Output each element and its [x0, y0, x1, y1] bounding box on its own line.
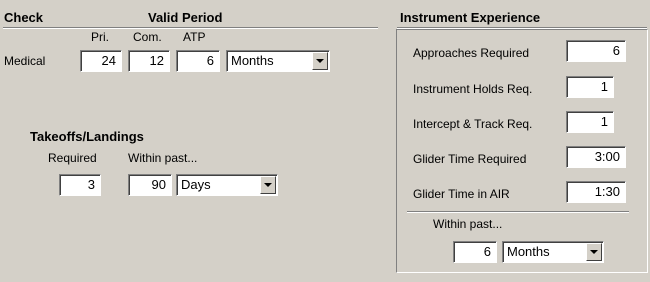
chevron-down-icon	[590, 250, 598, 254]
col-com-label: Com.	[133, 30, 162, 44]
takeoffs-unit-value: Days	[181, 177, 211, 192]
check-header: Check	[4, 10, 44, 25]
takeoffs-within-label: Within past...	[128, 151, 198, 165]
intercept-track-input[interactable]: 1	[566, 111, 614, 133]
instrument-row-label: Glider Time Required	[413, 152, 527, 166]
col-atp-label: ATP	[183, 30, 206, 44]
medical-label: Medical	[4, 54, 46, 68]
takeoffs-unit-dropdown-button[interactable]	[260, 176, 276, 194]
approaches-required-input[interactable]: 6	[566, 40, 626, 62]
medical-pri-input[interactable]: 24	[80, 50, 122, 72]
medical-unit-select[interactable]: Months	[226, 50, 330, 72]
col-pri-label: Pri.	[91, 30, 109, 44]
takeoffs-within-input[interactable]: 90	[128, 174, 172, 196]
instrument-row-label: Approaches Required	[413, 46, 530, 60]
takeoffs-title: Takeoffs/Landings	[30, 129, 144, 144]
valid-period-header: Valid Period	[148, 10, 223, 25]
medical-unit-value: Months	[231, 53, 274, 68]
takeoffs-required-input[interactable]: 3	[59, 174, 101, 196]
medical-unit-dropdown-button[interactable]	[312, 52, 328, 70]
medical-atp-input[interactable]: 6	[176, 50, 220, 72]
instrument-unit-value: Months	[507, 244, 550, 259]
instrument-within-label: Within past...	[433, 217, 503, 231]
instrument-row-label: Glider Time in AIR	[413, 187, 510, 201]
glider-time-required-input[interactable]: 3:00	[566, 146, 626, 168]
takeoffs-unit-select[interactable]: Days	[176, 174, 278, 196]
glider-time-in-air-input[interactable]: 1:30	[566, 181, 626, 203]
chevron-down-icon	[316, 59, 324, 63]
instrument-row-label: Instrument Holds Req.	[413, 82, 533, 96]
instrument-inner-divider	[407, 211, 629, 213]
instrument-unit-dropdown-button[interactable]	[586, 243, 602, 261]
instrument-row-label: Intercept & Track Req.	[413, 117, 533, 131]
medical-com-input[interactable]: 12	[128, 50, 170, 72]
instrument-holds-input[interactable]: 1	[566, 76, 614, 98]
takeoffs-required-label: Required	[48, 151, 97, 165]
check-divider	[3, 27, 378, 29]
instrument-within-input[interactable]: 6	[453, 241, 497, 263]
instrument-title: Instrument Experience	[400, 10, 541, 25]
chevron-down-icon	[264, 183, 272, 187]
instrument-unit-select[interactable]: Months	[502, 241, 604, 263]
